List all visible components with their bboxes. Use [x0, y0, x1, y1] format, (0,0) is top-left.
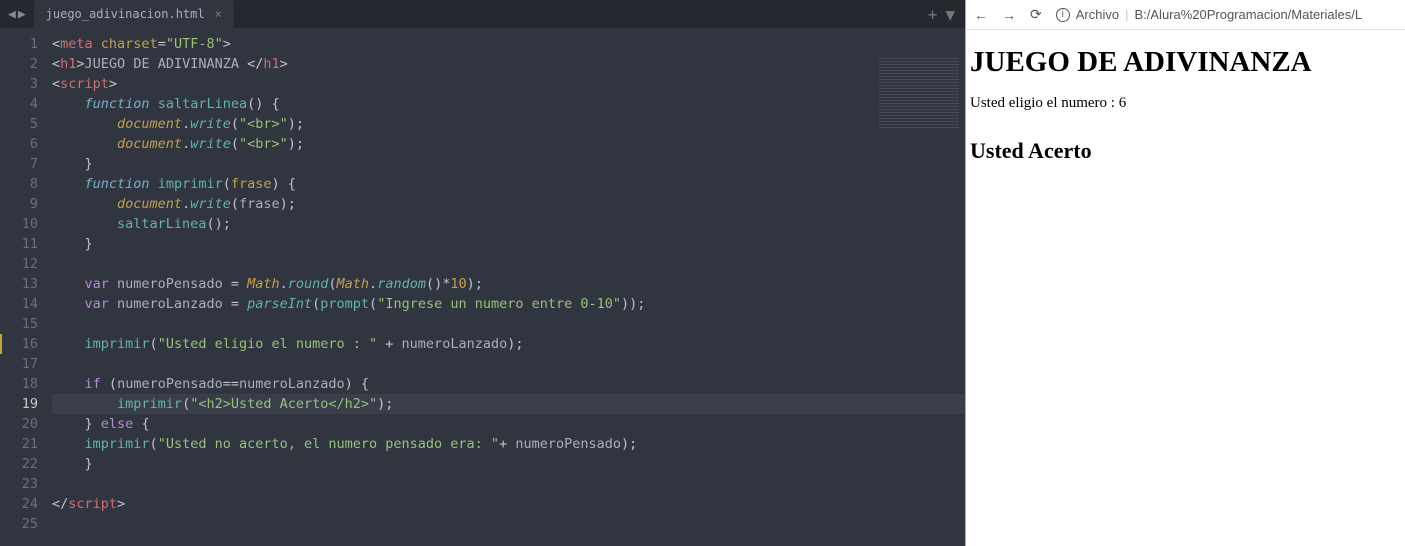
line-number: 14: [0, 294, 38, 314]
code-line[interactable]: imprimir("Usted no acerto, el numero pen…: [52, 434, 965, 454]
line-number: 17: [0, 354, 38, 374]
code-line[interactable]: function saltarLinea() {: [52, 94, 965, 114]
code-line[interactable]: imprimir("Usted eligio el numero : " + n…: [52, 334, 965, 354]
close-icon[interactable]: ×: [215, 7, 222, 21]
code-line[interactable]: var numeroPensado = Math.round(Math.rand…: [52, 274, 965, 294]
line-number: 15: [0, 314, 38, 334]
code-line[interactable]: document.write(frase);: [52, 194, 965, 214]
tab-bar: ◀ ▶ juego_adivinacion.html × + ▼: [0, 0, 965, 28]
browser-pane: ← → ⟳ i Archivo | B:/Alura%20Programacio…: [965, 0, 1405, 546]
line-number: 19: [0, 394, 38, 414]
line-number: 1: [0, 34, 38, 54]
line-number: 24: [0, 494, 38, 514]
line-number: 23: [0, 474, 38, 494]
code-line[interactable]: }: [52, 234, 965, 254]
code-line[interactable]: <meta charset="UTF-8">: [52, 34, 965, 54]
line-number: 12: [0, 254, 38, 274]
code-line[interactable]: <h1>JUEGO DE ADIVINANZA </h1>: [52, 54, 965, 74]
line-number: 20: [0, 414, 38, 434]
code-line[interactable]: [52, 254, 965, 274]
code-line[interactable]: saltarLinea();: [52, 214, 965, 234]
code-line[interactable]: [52, 314, 965, 334]
line-gutter: 1234567891011121314151617181920212223242…: [0, 28, 52, 546]
code-line[interactable]: }: [52, 454, 965, 474]
page-message: Usted eligio el numero : 6: [970, 95, 1401, 112]
line-number: 25: [0, 514, 38, 534]
page-heading: JUEGO DE ADIVINANZA: [970, 46, 1401, 79]
line-number: 21: [0, 434, 38, 454]
line-number: 8: [0, 174, 38, 194]
url-separator: |: [1125, 7, 1128, 22]
url-scheme: Archivo: [1076, 7, 1119, 22]
forward-icon[interactable]: →: [1002, 7, 1016, 23]
editor-pane: ◀ ▶ juego_adivinacion.html × + ▼ 1234567…: [0, 0, 965, 546]
code-line[interactable]: <script>: [52, 74, 965, 94]
code-line[interactable]: var numeroLanzado = parseInt(prompt("Ing…: [52, 294, 965, 314]
line-number: 7: [0, 154, 38, 174]
code-line[interactable]: } else {: [52, 414, 965, 434]
browser-content: JUEGO DE ADIVINANZA Usted eligio el nume…: [966, 30, 1405, 174]
tab-nav-arrows: ◀ ▶: [8, 7, 26, 22]
line-number: 3: [0, 74, 38, 94]
code-area[interactable]: 1234567891011121314151617181920212223242…: [0, 28, 965, 546]
line-number: 13: [0, 274, 38, 294]
code-line[interactable]: [52, 474, 965, 494]
line-number: 6: [0, 134, 38, 154]
code-line[interactable]: }: [52, 154, 965, 174]
code-line[interactable]: imprimir("<h2>Usted Acerto</h2>");: [52, 394, 965, 414]
reload-icon[interactable]: ⟳: [1030, 6, 1042, 23]
file-tab[interactable]: juego_adivinacion.html ×: [34, 0, 234, 28]
info-icon[interactable]: i: [1056, 8, 1070, 22]
code-content[interactable]: <meta charset="UTF-8"><h1>JUEGO DE ADIVI…: [52, 28, 965, 546]
code-line[interactable]: [52, 354, 965, 374]
back-icon[interactable]: ←: [974, 7, 988, 23]
tab-menu-icon[interactable]: ▼: [945, 5, 955, 24]
code-line[interactable]: document.write("<br>");: [52, 134, 965, 154]
line-number: 4: [0, 94, 38, 114]
line-number: 9: [0, 194, 38, 214]
code-line[interactable]: function imprimir(frase) {: [52, 174, 965, 194]
minimap[interactable]: [879, 58, 959, 128]
line-number: 16: [0, 334, 38, 354]
line-number: 2: [0, 54, 38, 74]
page-result: Usted Acerto: [970, 138, 1401, 164]
new-tab-icon[interactable]: +: [928, 5, 938, 24]
browser-toolbar: ← → ⟳ i Archivo | B:/Alura%20Programacio…: [966, 0, 1405, 30]
code-line[interactable]: document.write("<br>");: [52, 114, 965, 134]
code-line[interactable]: </script>: [52, 494, 965, 514]
nav-left-icon[interactable]: ◀: [8, 7, 16, 22]
tab-filename: juego_adivinacion.html: [46, 7, 205, 21]
url-bar[interactable]: i Archivo | B:/Alura%20Programacion/Mate…: [1056, 7, 1362, 22]
code-line[interactable]: [52, 514, 965, 534]
url-path: B:/Alura%20Programacion/Materiales/L: [1134, 7, 1362, 22]
line-number: 18: [0, 374, 38, 394]
line-number: 11: [0, 234, 38, 254]
nav-right-icon[interactable]: ▶: [18, 7, 26, 22]
line-number: 10: [0, 214, 38, 234]
code-line[interactable]: if (numeroPensado==numeroLanzado) {: [52, 374, 965, 394]
line-number: 5: [0, 114, 38, 134]
line-number: 22: [0, 454, 38, 474]
